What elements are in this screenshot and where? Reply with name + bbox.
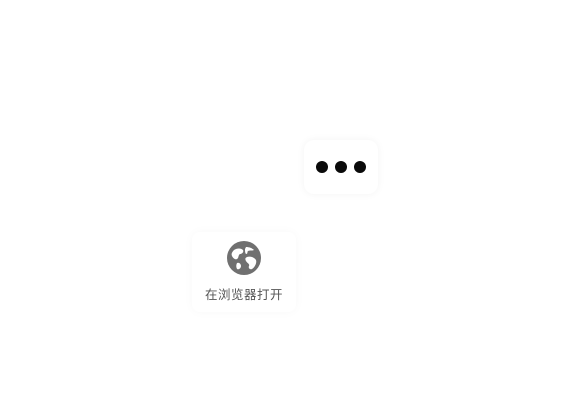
more-dot: [316, 161, 328, 173]
screen: 在浏览器打开: [0, 0, 565, 411]
more-dot: [354, 161, 366, 173]
more-dot: [335, 161, 347, 173]
open-in-browser-label: 在浏览器打开: [204, 287, 283, 302]
more-options-button[interactable]: [304, 140, 378, 194]
globe-icon: [227, 241, 261, 275]
open-in-browser-option[interactable]: 在浏览器打开: [192, 232, 296, 312]
